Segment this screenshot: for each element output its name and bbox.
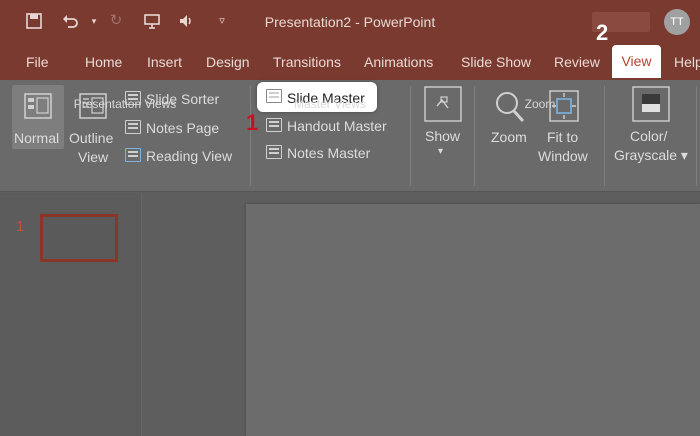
group-separator	[696, 86, 697, 186]
notes-master-button[interactable]: Notes Master	[287, 145, 370, 161]
tab-review[interactable]: Review	[554, 54, 600, 70]
tab-animations[interactable]: Animations	[364, 54, 433, 70]
avatar[interactable]: TT	[664, 9, 690, 35]
tab-home[interactable]: Home	[85, 54, 122, 70]
slide-thumbnail[interactable]	[40, 214, 118, 262]
tab-transitions[interactable]: Transitions	[273, 54, 341, 70]
outline-view-label-1[interactable]: Outline	[69, 130, 113, 146]
slide-number: 1	[16, 218, 25, 235]
group-label-zoom: Zoom	[524, 97, 556, 111]
color-grayscale-label-1[interactable]: Color/	[630, 128, 667, 144]
group-separator	[250, 86, 251, 186]
handout-master-icon	[266, 118, 282, 132]
tab-design[interactable]: Design	[206, 54, 250, 70]
notes-page-icon	[125, 120, 141, 134]
reading-view-button[interactable]: Reading View	[146, 148, 232, 164]
ribbon-tabs: File Home Insert Design Transitions Anim…	[0, 44, 700, 80]
step-marker-1: 1	[246, 110, 259, 135]
step-marker-2: 2	[596, 20, 609, 45]
color-grayscale-icon[interactable]	[632, 86, 670, 127]
group-label-presentation-views: Presentation Views	[73, 97, 177, 111]
tab-file[interactable]: File	[26, 54, 49, 70]
handout-master-button[interactable]: Handout Master	[287, 118, 387, 134]
group-separator	[410, 86, 411, 186]
notes-page-button[interactable]: Notes Page	[146, 120, 219, 136]
show-dropdown-arrow[interactable]: ▾	[438, 146, 443, 157]
normal-label: Normal	[14, 130, 60, 146]
slide-canvas[interactable]	[246, 204, 700, 436]
tab-help[interactable]: Help	[674, 54, 700, 70]
tab-insert[interactable]: Insert	[147, 54, 182, 70]
notes-master-icon	[266, 145, 282, 159]
show-icon[interactable]	[424, 86, 462, 127]
title-bar: ▾ ↻ ▿ Presentation2 - PowerPoint TT	[0, 0, 700, 44]
fit-to-window-label-2[interactable]: Window	[538, 148, 588, 164]
color-grayscale-label-2[interactable]: Grayscale ▾	[614, 147, 688, 164]
tab-slide-show[interactable]: Slide Show	[461, 54, 531, 70]
outline-view-label-2[interactable]: View	[78, 149, 108, 165]
group-separator	[604, 86, 605, 186]
group-separator	[474, 86, 475, 186]
reading-view-icon	[125, 148, 141, 162]
tab-view[interactable]: View	[612, 45, 661, 78]
zoom-button[interactable]: Zoom	[491, 129, 527, 145]
show-button[interactable]: Show	[425, 128, 460, 144]
group-label-master-views: Master Views	[294, 97, 366, 111]
fit-to-window-label-1[interactable]: Fit to	[547, 129, 578, 145]
